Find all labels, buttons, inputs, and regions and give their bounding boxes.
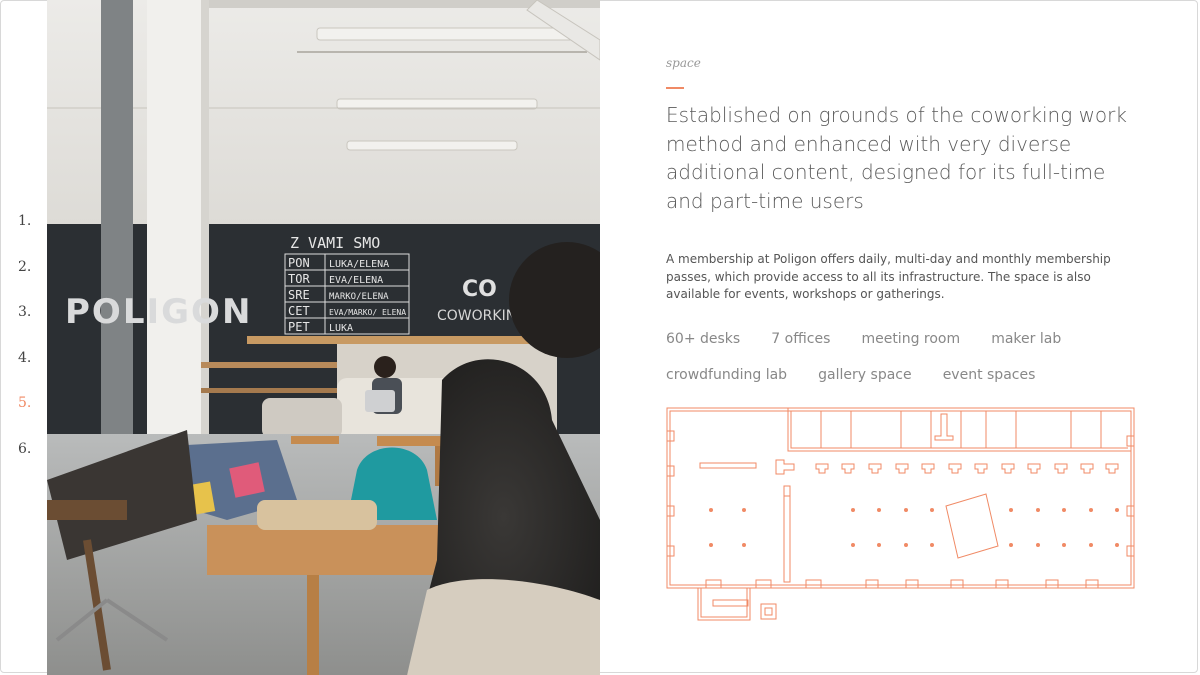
chalk-day-4: CET [288, 304, 310, 318]
pager-item-6[interactable]: 6. [18, 441, 31, 487]
sign-co: CO [462, 277, 497, 302]
desk-markers [709, 508, 1119, 547]
section-headline: Established on grounds of the coworking … [666, 103, 1127, 213]
chalk-title: Z VAMI SMO [290, 234, 380, 252]
chalk-day-3: SRE [288, 288, 310, 302]
chalk-day-2: TOR [288, 272, 310, 286]
tag-crowdfunding-lab: crowdfunding lab [666, 367, 788, 383]
chalk-name-4: EVA/MARKO/ ELENA [329, 308, 406, 317]
feature-tags: 60+ desks 7 offices meeting room maker l… [666, 328, 1146, 400]
tag-meeting-room: meeting room [861, 331, 961, 347]
tag-gallery-space: gallery space [818, 367, 912, 383]
section-eyebrow: space [666, 56, 701, 70]
section-pagination: 1. 2. 3. 4. 5. 6. [18, 213, 31, 486]
wall-logo-text: POLIGON [65, 292, 252, 332]
pager-item-5-active[interactable]: 5. [18, 395, 31, 441]
tag-offices: 7 offices [771, 331, 831, 347]
chalk-name-2: EVA/ELENA [329, 275, 383, 286]
pager-item-4[interactable]: 4. [18, 350, 31, 396]
pager-item-3[interactable]: 3. [18, 304, 31, 350]
accent-rule [666, 87, 684, 89]
tag-maker-lab: maker lab [991, 331, 1062, 347]
tag-desks: 60+ desks [666, 331, 741, 347]
section-description: A membership at Poligon offers daily, mu… [666, 252, 1111, 301]
chalk-day-5: PET [288, 320, 310, 334]
coworking-photo-illustration: POLIGON Z VAMI SMO PON LUKA/ELENA TOR EV… [47, 0, 600, 675]
chalk-name-1: LUKA/ELENA [329, 259, 389, 270]
chalk-name-5: LUKA [329, 323, 353, 334]
pager-item-2[interactable]: 2. [18, 259, 31, 305]
chalk-day-1: PON [288, 256, 310, 270]
coworking-photo: POLIGON Z VAMI SMO PON LUKA/ELENA TOR EV… [47, 0, 600, 675]
floor-plan-diagram [666, 407, 1135, 621]
pager-item-1[interactable]: 1. [18, 213, 31, 259]
tag-event-spaces: event spaces [942, 367, 1036, 383]
chalk-name-3: MARKO/ELENA [329, 292, 389, 302]
